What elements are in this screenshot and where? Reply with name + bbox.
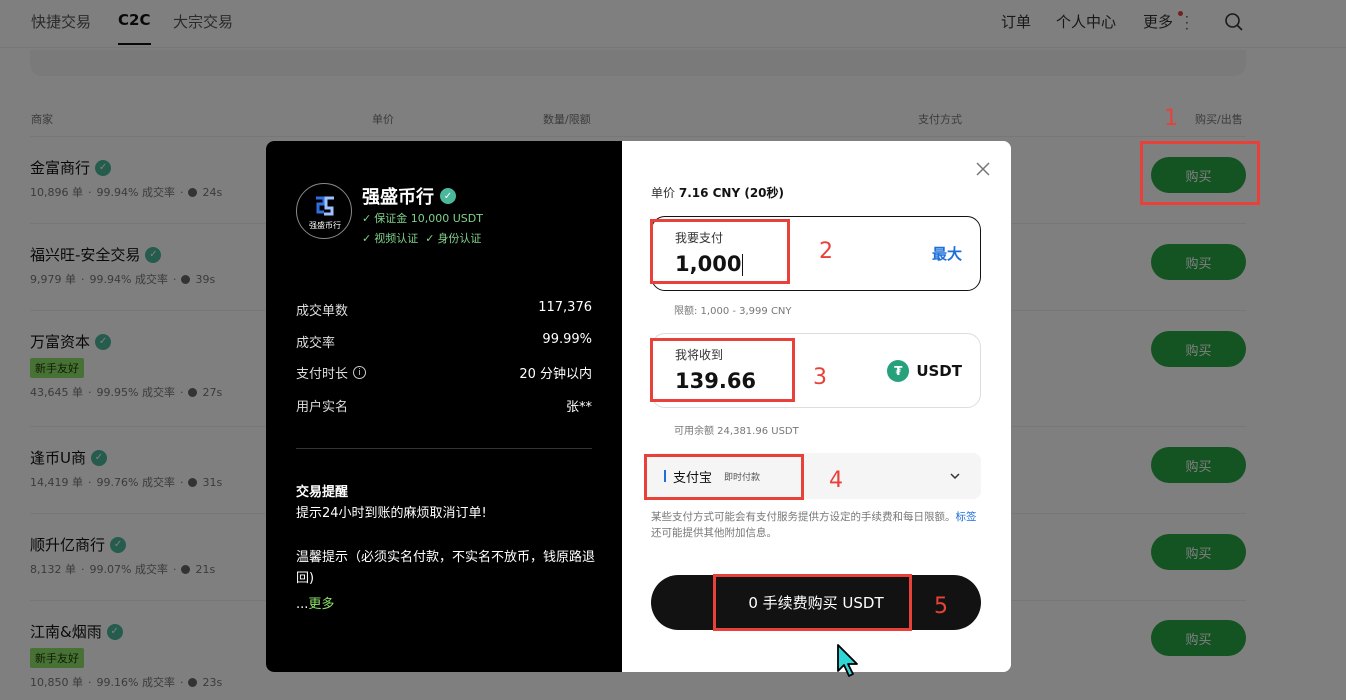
- annotation-number-3: 3: [813, 365, 827, 390]
- chevron-down-icon[interactable]: [949, 470, 961, 482]
- max-button[interactable]: 最大: [932, 243, 962, 264]
- mouse-cursor-icon: [837, 644, 858, 677]
- merchant-info-panel: 强盛币行 强盛币行 ✓ ✓ 保证金 10,000 USDT ✓ 视频认证 ✓ 身份认证…: [266, 141, 622, 672]
- stat-label-with-info: 支付时长 i: [296, 363, 367, 382]
- logo-text: 强盛币行: [309, 221, 341, 230]
- reminder-more-link[interactable]: ...更多: [296, 593, 334, 612]
- annotation-number-2: 2: [819, 239, 833, 264]
- divider: [296, 448, 592, 449]
- stat-value: 20 分钟以内: [519, 367, 592, 382]
- currency-label: USDT: [916, 362, 962, 380]
- check-icon: ✓: [425, 232, 435, 245]
- stat-label: 成交单数: [296, 304, 349, 319]
- unit-price: 单价 7.16 CNY (20秒): [651, 186, 785, 200]
- coin-logo-icon: [316, 196, 334, 216]
- info-icon[interactable]: i: [353, 366, 367, 379]
- stat-value: 99.99%: [542, 332, 592, 347]
- trade-reminder-line: 温馨提示（必须实名付款，不实名不放币，钱原路退回): [296, 550, 596, 586]
- stat-label: 成交率: [296, 336, 336, 351]
- modal-merchant-name-row: 强盛币行 ✓: [362, 183, 456, 209]
- annotation-box-5: [713, 574, 912, 631]
- annotation-box-3: [650, 338, 795, 402]
- stat-row: 用户实名 张**: [296, 396, 592, 415]
- check-icon: ✓: [362, 212, 372, 225]
- stat-value: 117,376: [538, 300, 592, 315]
- annotation-number-5: 5: [934, 594, 948, 619]
- tag-link[interactable]: 标签: [956, 511, 977, 523]
- annotation-box-1: [1140, 141, 1260, 205]
- close-icon[interactable]: [975, 161, 991, 177]
- annotation-box-2: [650, 219, 790, 284]
- currency-selector: ₮ USDT: [887, 360, 962, 382]
- annotation-box-4: [644, 454, 804, 500]
- annotation-number-4: 4: [829, 468, 843, 493]
- payment-notice: 某些支付方式可能会有支付服务提供方设定的手续费和每日限额。标签 还可能提供其他附…: [651, 511, 977, 539]
- verification-info: ✓ 视频认证 ✓ 身份认证: [362, 232, 482, 245]
- check-icon: ✓: [362, 232, 372, 245]
- verified-icon: ✓: [440, 188, 456, 204]
- deposit-info: ✓ 保证金 10,000 USDT: [362, 212, 483, 225]
- tether-icon: ₮: [887, 360, 910, 382]
- stat-label: 用户实名: [296, 400, 349, 415]
- modal-merchant-name: 强盛币行: [362, 187, 434, 208]
- annotation-number-1: 1: [1164, 106, 1178, 131]
- stat-row: 成交率 99.99%: [296, 332, 592, 351]
- pay-limit-hint: 限额: 1,000 - 3,999 CNY: [674, 306, 792, 317]
- stat-row: 支付时长 i 20 分钟以内: [296, 363, 592, 382]
- available-balance: 可用余额 24,381.96 USDT: [674, 426, 799, 437]
- stat-row: 成交单数 117,376: [296, 300, 592, 319]
- stat-value: 张**: [565, 400, 592, 415]
- trade-reminder-line: 提示24小时到账的麻烦取消订单!: [296, 506, 487, 521]
- merchant-logo: 强盛币行: [296, 183, 352, 239]
- stat-label: 支付时长: [296, 367, 349, 382]
- trade-reminder-title: 交易提醒: [296, 485, 349, 500]
